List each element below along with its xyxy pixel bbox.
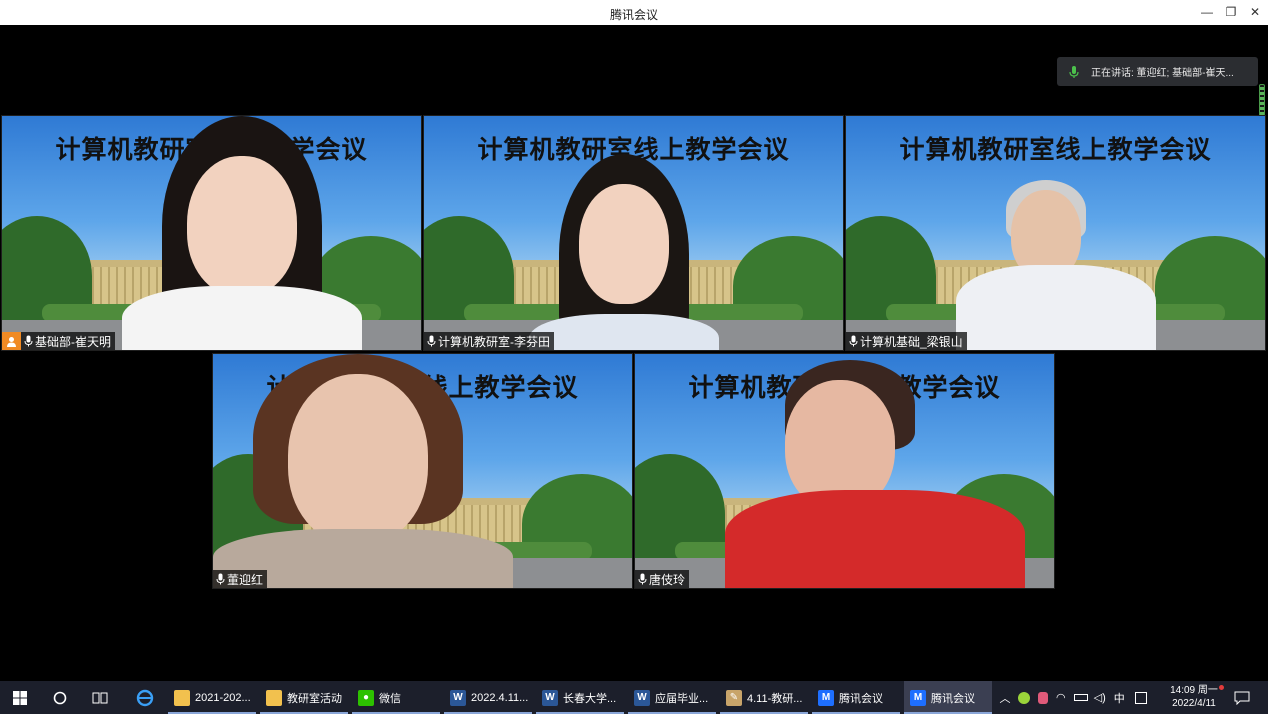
participant-name: 唐伎玲 bbox=[649, 572, 686, 587]
participant-video bbox=[213, 354, 513, 588]
taskbar: 2021-202... 教研室活动 ● 微信 W 2022.4.11... W 长春大学...… bbox=[0, 681, 1268, 714]
browser-button[interactable] bbox=[130, 681, 160, 714]
taskbar-app-label: 腾讯会议 bbox=[931, 692, 975, 705]
participant-name-tag: 唐伎玲 bbox=[635, 570, 690, 588]
app-tray-icon-2[interactable] bbox=[1038, 691, 1048, 704]
close-button[interactable]: ✕ bbox=[1244, 3, 1266, 21]
speaking-indicator: 正在讲话: 董迎红; 基础部-崔天... bbox=[1057, 57, 1258, 86]
volume-icon[interactable]: ◁) bbox=[1094, 691, 1106, 704]
windows-icon bbox=[13, 690, 27, 705]
action-center-button[interactable] bbox=[1232, 681, 1252, 714]
taskbar-app-label: 长春大学... bbox=[563, 692, 617, 705]
app-tray-icon[interactable] bbox=[1018, 691, 1030, 704]
microphone-icon bbox=[427, 335, 436, 347]
video-tile[interactable]: 计算机教研室线上教学会议 计算机教研室-李芬田 bbox=[423, 115, 844, 351]
ime-indicator[interactable]: 中 bbox=[1114, 690, 1125, 706]
search-circle-icon bbox=[53, 691, 67, 704]
participant-name: 计算机教研室-李芬田 bbox=[438, 334, 550, 349]
paint-icon: ✎ bbox=[726, 689, 742, 706]
taskbar-app-button[interactable]: ✎ 4.11-教研... bbox=[720, 681, 808, 714]
task-view-icon bbox=[92, 692, 108, 703]
restore-button[interactable]: ❐ bbox=[1220, 3, 1242, 21]
participant-video bbox=[122, 116, 362, 350]
participant-video bbox=[725, 360, 1025, 588]
taskbar-app-button[interactable]: W 应届毕业... bbox=[628, 681, 716, 714]
tencent-meeting-icon: M bbox=[910, 689, 926, 706]
participant-name-tag: 董迎红 bbox=[213, 570, 268, 588]
taskbar-app-label: 微信 bbox=[379, 692, 401, 705]
clock-date: 2022/4/11 bbox=[1172, 698, 1216, 709]
video-tile[interactable]: 计算机教研室线上教学会议 董迎红 bbox=[212, 353, 633, 589]
word-icon: W bbox=[542, 689, 558, 706]
speaking-text: 正在讲话: 董迎红; 基础部-崔天... bbox=[1091, 68, 1234, 79]
word-icon: W bbox=[450, 689, 466, 706]
taskbar-app-label: 教研室活动 bbox=[287, 692, 342, 705]
taskbar-app-label: 2021-202... bbox=[195, 691, 251, 704]
taskbar-app-button[interactable]: ● 微信 bbox=[352, 681, 440, 714]
participant-name-tag: 计算机教研室-李芬田 bbox=[424, 332, 554, 350]
network-icon[interactable]: ◠ bbox=[1056, 691, 1066, 704]
clock[interactable]: 14:09 周一 2022/4/11 bbox=[1164, 684, 1224, 710]
chevron-up-icon[interactable]: ︿ bbox=[998, 690, 1012, 706]
task-view-button[interactable] bbox=[88, 681, 112, 714]
participant-name-tag: 计算机基础_梁银山 bbox=[846, 332, 967, 350]
title-bar: 腾讯会议 — ❐ ✕ bbox=[0, 0, 1268, 25]
participant-name: 基础部-崔天明 bbox=[35, 334, 111, 349]
participant-video bbox=[956, 180, 1156, 350]
battery-icon[interactable] bbox=[1073, 694, 1088, 701]
participant-name: 计算机基础_梁银山 bbox=[860, 334, 963, 349]
taskbar-app-label: 应届毕业... bbox=[655, 692, 709, 705]
taskbar-app-label: 4.11-教研... bbox=[747, 692, 803, 705]
taskbar-app-button[interactable]: M 腾讯会议 bbox=[812, 681, 900, 714]
folder-icon bbox=[266, 689, 282, 706]
minimize-button[interactable]: — bbox=[1196, 3, 1218, 21]
taskbar-app-label: 腾讯会议 bbox=[839, 692, 883, 705]
clock-time: 14:09 周一 bbox=[1170, 685, 1218, 696]
host-icon bbox=[2, 332, 21, 350]
start-button[interactable] bbox=[8, 681, 32, 714]
microphone-icon bbox=[1069, 65, 1079, 78]
participant-name: 董迎红 bbox=[227, 572, 264, 587]
video-tile[interactable]: 计算机教研室线上教学会议 基础部-崔天明 bbox=[1, 115, 422, 351]
taskbar-app-button[interactable]: W 2022.4.11... bbox=[444, 681, 532, 714]
microphone-icon bbox=[849, 335, 858, 347]
background-banner: 计算机教研室线上教学会议 bbox=[899, 135, 1212, 164]
meeting-window: 腾讯会议 — ❐ ✕ 正在讲话: 董迎红; 基础部-崔天... 计算机教研室线上… bbox=[0, 0, 1268, 714]
video-tile[interactable]: 计算机教研室线上教学会议 唐伎玲 bbox=[634, 353, 1055, 589]
taskbar-app-label: 2022.4.11... bbox=[471, 691, 529, 704]
microphone-icon bbox=[216, 573, 225, 585]
taskbar-app-button[interactable]: 2021-202... bbox=[168, 681, 256, 714]
taskbar-app-button[interactable]: M 腾讯会议 bbox=[904, 681, 992, 714]
taskbar-app-button[interactable]: 教研室活动 bbox=[260, 681, 348, 714]
notification-dot bbox=[1219, 685, 1224, 690]
ime-mode-icon[interactable] bbox=[1134, 691, 1147, 704]
window-title: 腾讯会议 bbox=[609, 8, 658, 22]
folder-icon bbox=[174, 689, 190, 706]
notification-icon bbox=[1234, 691, 1250, 705]
microphone-icon bbox=[638, 573, 647, 585]
tencent-meeting-icon: M bbox=[818, 689, 834, 706]
microphone-icon bbox=[24, 335, 33, 347]
video-tile[interactable]: 计算机教研室线上教学会议 计算机基础_梁银山 bbox=[845, 115, 1266, 351]
participant-name-tag: 基础部-崔天明 bbox=[2, 332, 115, 350]
word-icon: W bbox=[634, 689, 650, 706]
search-button[interactable] bbox=[48, 681, 72, 714]
participant-video bbox=[529, 154, 719, 350]
ie-browser-icon bbox=[136, 689, 154, 706]
taskbar-app-button[interactable]: W 长春大学... bbox=[536, 681, 624, 714]
system-tray: ︿ ◠ ◁) 中 bbox=[998, 681, 1147, 714]
wechat-icon: ● bbox=[358, 689, 374, 706]
